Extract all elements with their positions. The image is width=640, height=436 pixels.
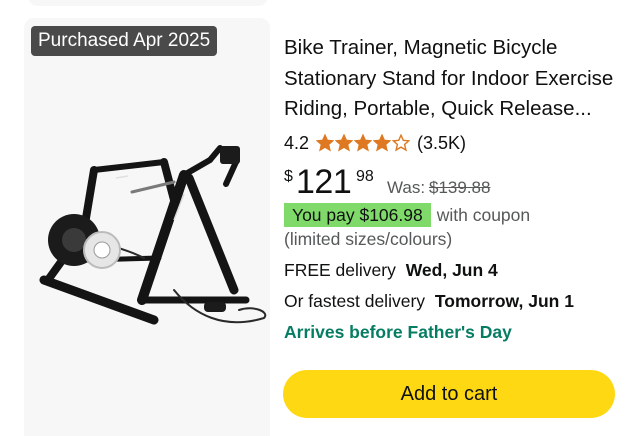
rating-row[interactable]: 4.2 (3.5K) [284,130,466,156]
purchased-badge: Purchased Apr 2025 [31,26,218,56]
rating-value: 4.2 [284,132,310,153]
product-title[interactable]: Bike Trainer, Magnetic Bicycle Stationar… [284,33,618,125]
star-icon [373,134,392,152]
fastest-delivery-prefix: Or fastest delivery [284,291,426,311]
coupon-note: (limited sizes/colours) [284,229,453,249]
price-currency-symbol: $ [284,168,293,185]
star-icon [316,134,335,152]
free-delivery-date: Wed, Jun 4 [405,260,498,280]
rating-stars[interactable] [316,134,411,152]
star-icon [392,134,411,152]
price-fraction: 98 [356,168,374,185]
previous-card-edge [28,0,268,6]
arrives-before-message: Arrives before Father's Day [284,322,512,342]
was-price: $139.88 [429,178,491,197]
star-icon [354,134,373,152]
coupon-suffix: with coupon [436,204,531,225]
review-count[interactable]: (3.5K) [417,133,466,154]
free-delivery-prefix: FREE delivery [284,260,396,280]
add-to-cart-button[interactable]: Add to cart [283,370,615,418]
bike-trainer-product-image[interactable] [24,140,270,340]
price-whole: 121 [296,163,352,201]
coupon-badge: You pay $106.98 [284,203,431,227]
fastest-delivery-date: Tomorrow, Jun 1 [434,291,574,311]
free-delivery-line: FREE delivery Wed, Jun 4 [284,260,498,281]
was-label: Was: [387,178,426,197]
coupon-row: You pay $106.98 with coupon [284,203,530,227]
star-icon [335,134,354,152]
fastest-delivery-line: Or fastest delivery Tomorrow, Jun 1 [284,291,574,312]
